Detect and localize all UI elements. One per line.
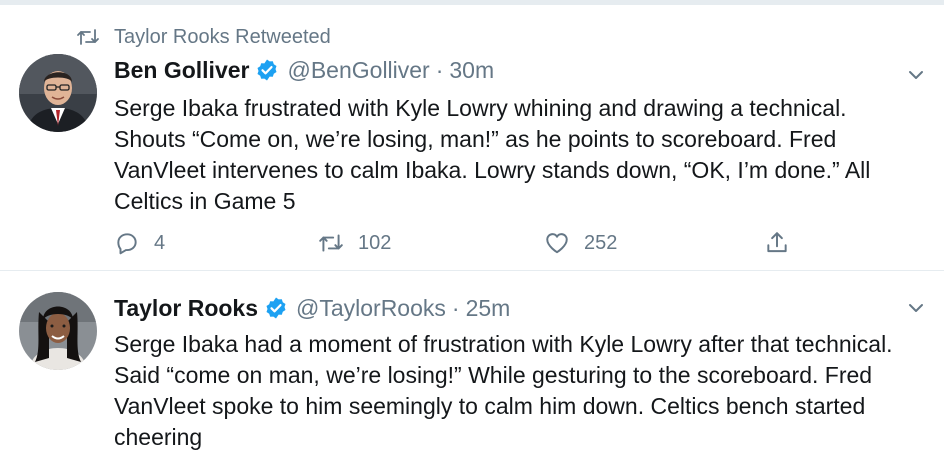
retweet-count: 102 <box>358 231 392 254</box>
timestamp[interactable]: 25m <box>466 295 511 322</box>
author-name[interactable]: Ben Golliver <box>114 57 249 84</box>
tweet-text: Serge Ibaka had a moment of frustration … <box>114 331 893 450</box>
tweet-text: Serge Ibaka frustrated with Kyle Lowry w… <box>114 95 871 214</box>
chevron-down-icon[interactable] <box>904 296 928 320</box>
separator-dot: · <box>435 56 444 83</box>
retweet-context-label: Taylor Rooks Retweeted <box>114 25 331 48</box>
chevron-down-icon[interactable] <box>904 63 928 87</box>
retweet-icon <box>77 29 99 45</box>
retweet-button[interactable]: 102 <box>318 230 391 256</box>
tweet[interactable]: Taylor Rooks @TaylorRooks · 25m Serge Ib… <box>0 272 944 464</box>
heart-icon <box>546 233 568 254</box>
avatar[interactable] <box>19 292 97 370</box>
share-icon <box>767 232 787 253</box>
retweet-icon <box>319 234 343 252</box>
tweet-header: Ben Golliver @BenGolliver · 30m <box>114 54 494 86</box>
timestamp[interactable]: 30m <box>449 57 494 84</box>
tweet[interactable]: Taylor Rooks Retweeted Ben Golliver @Ben… <box>0 5 944 271</box>
like-button[interactable]: 252 <box>544 230 617 256</box>
separator-dot: · <box>451 294 460 321</box>
author-handle[interactable]: @TaylorRooks <box>296 295 446 322</box>
ben-golliver-avatar-image <box>19 54 97 132</box>
reply-button[interactable]: 4 <box>114 230 165 256</box>
share-button[interactable] <box>764 230 804 256</box>
reply-count: 4 <box>154 231 166 254</box>
reply-icon <box>117 233 137 255</box>
verified-badge-icon <box>257 59 277 81</box>
verified-badge-icon <box>266 297 286 319</box>
like-count: 252 <box>584 231 618 254</box>
author-handle[interactable]: @BenGolliver <box>287 57 429 84</box>
taylor-rooks-avatar-image <box>19 292 97 370</box>
avatar[interactable] <box>19 54 97 132</box>
tweet-header: Taylor Rooks @TaylorRooks · 25m <box>114 292 510 324</box>
tweet-actions: 4 102 252 <box>114 230 814 260</box>
retweet-context[interactable]: Taylor Rooks Retweeted <box>76 23 331 51</box>
author-name[interactable]: Taylor Rooks <box>114 295 258 322</box>
